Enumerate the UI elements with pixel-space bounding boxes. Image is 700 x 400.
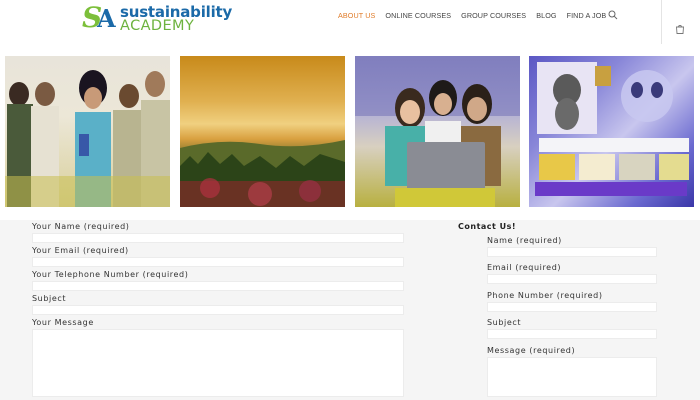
nav-online-courses[interactable]: ONLINE COURSES xyxy=(385,11,451,20)
nav-blog[interactable]: BLOG xyxy=(536,11,556,20)
contact-message-textarea[interactable] xyxy=(487,357,657,397)
contact-phone-field[interactable] xyxy=(487,302,657,312)
your-name-label: Your Name (required) xyxy=(32,222,130,231)
dog-collage-photo[interactable] xyxy=(529,56,694,207)
site-header: S A sustainability ACADEMY ABOUT US ONLI… xyxy=(0,0,700,48)
dog-collage-illustration xyxy=(535,62,689,196)
your-phone-label: Your Telephone Number (required) xyxy=(32,270,189,279)
contact-email-field[interactable] xyxy=(487,274,657,284)
contact-email-label: Email (required) xyxy=(487,263,562,272)
your-email-label: Your Email (required) xyxy=(32,246,129,255)
your-email-field[interactable] xyxy=(32,257,404,267)
contact-message-label: Message (required) xyxy=(487,346,576,355)
contact-subject-field[interactable] xyxy=(487,329,657,339)
students-laptop-photo[interactable] xyxy=(355,56,520,207)
logo-text: sustainability ACADEMY xyxy=(120,3,233,34)
logo-mark: S A xyxy=(82,1,118,35)
header-divider xyxy=(661,0,662,44)
your-message-label: Your Message xyxy=(32,318,94,327)
nav-find-a-job[interactable]: FIND A JOB xyxy=(567,11,607,20)
logo-line-1: sustainability xyxy=(120,3,233,21)
students-group-photo[interactable] xyxy=(5,56,170,207)
your-phone-field[interactable] xyxy=(32,281,404,291)
logo-mark-a: A xyxy=(97,4,116,33)
your-message-textarea[interactable] xyxy=(32,329,404,397)
contact-phone-label: Phone Number (required) xyxy=(487,291,603,300)
nav-group-courses[interactable]: GROUP COURSES xyxy=(461,11,526,20)
contact-subject-label: Subject xyxy=(487,318,522,327)
sunset-landscape-photo[interactable] xyxy=(180,56,345,207)
main-nav: ABOUT US ONLINE COURSES GROUP COURSES BL… xyxy=(338,11,606,20)
nav-about-us[interactable]: ABOUT US xyxy=(338,11,375,20)
your-name-field[interactable] xyxy=(32,233,404,243)
subject-field[interactable] xyxy=(32,305,404,315)
students-group-illustration xyxy=(5,70,170,207)
search-icon[interactable] xyxy=(608,10,618,20)
students-laptop-illustration xyxy=(355,56,520,207)
contact-us-title: Contact Us! xyxy=(458,222,517,231)
contact-name-label: Name (required) xyxy=(487,236,562,245)
image-gallery xyxy=(0,48,700,220)
sunset-landscape-illustration xyxy=(180,140,345,207)
subject-label: Subject xyxy=(32,294,67,303)
site-logo[interactable]: S A sustainability ACADEMY xyxy=(82,1,233,36)
logo-line-2: ACADEMY xyxy=(120,18,195,34)
contact-name-field[interactable] xyxy=(487,247,657,257)
shopping-bag-icon[interactable] xyxy=(675,24,685,34)
